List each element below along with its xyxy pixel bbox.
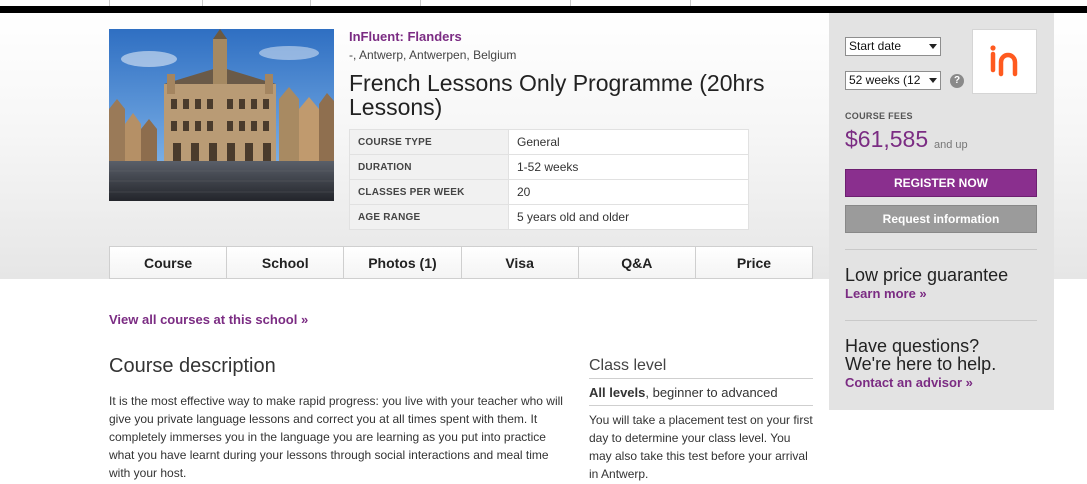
course-facts-table: COURSE TYPE General DURATION 1-52 weeks … <box>349 129 749 230</box>
fact-value: 20 <box>508 179 749 205</box>
influent-logo-icon <box>990 45 1018 77</box>
course-description-heading: Course description <box>109 355 276 377</box>
nav-divider <box>420 0 421 6</box>
course-fees-label: COURSE FEES <box>845 111 913 121</box>
chevron-down-icon <box>929 44 937 49</box>
start-date-select-value: Start date <box>849 39 902 53</box>
nav-divider <box>690 0 691 6</box>
question-circle-icon[interactable]: ? <box>950 74 964 88</box>
contact-advisor-link[interactable]: Contact an advisor » <box>845 375 973 390</box>
questions-line-2: We're here to help. <box>845 354 997 374</box>
table-row: COURSE TYPE General <box>349 129 749 155</box>
weeks-select[interactable]: 52 weeks (12 <box>845 71 941 90</box>
divider <box>589 405 813 406</box>
tab-price[interactable]: Price <box>695 247 813 278</box>
tab-qa[interactable]: Q&A <box>578 247 696 278</box>
class-level-summary-rest: , beginner to advanced <box>645 385 778 400</box>
low-price-guarantee-heading: Low price guarantee <box>845 265 1009 285</box>
fact-value: 5 years old and older <box>508 204 749 230</box>
request-information-button[interactable]: Request information <box>845 205 1037 233</box>
nav-divider <box>202 0 203 6</box>
start-date-select[interactable]: Start date <box>845 37 941 56</box>
table-row: CLASSES PER WEEK 20 <box>349 179 749 205</box>
table-row: DURATION 1-52 weeks <box>349 154 749 180</box>
learn-more-link[interactable]: Learn more » <box>845 286 927 301</box>
divider <box>845 320 1037 321</box>
divider <box>845 249 1037 250</box>
school-location: -, Antwerp, Antwerpen, Belgium <box>349 48 517 62</box>
divider <box>589 378 813 379</box>
fact-value: General <box>508 129 749 155</box>
chevron-down-icon <box>929 78 937 83</box>
tab-course[interactable]: Course <box>110 247 228 278</box>
fact-key: COURSE TYPE <box>349 129 509 155</box>
fact-key: CLASSES PER WEEK <box>349 179 509 205</box>
course-description-text: It is the most effective way to make rap… <box>109 394 563 480</box>
questions-line-1: Have questions? <box>845 336 980 356</box>
course-fees-suffix: and up <box>934 139 968 151</box>
course-title: French Lessons Only Programme (20hrs Les… <box>349 70 765 120</box>
table-row: AGE RANGE 5 years old and older <box>349 204 749 230</box>
top-nav-border <box>0 6 1087 13</box>
class-level-summary-bold: All levels <box>589 385 646 400</box>
class-level-text: You will take a placement test on your f… <box>589 413 813 481</box>
fact-value: 1-52 weeks <box>508 154 749 180</box>
weeks-select-value: 52 weeks (12 <box>849 73 921 87</box>
class-level-summary: All levels, beginner to advanced <box>589 385 778 400</box>
school-name-link[interactable]: InFluent: Flanders <box>349 29 462 44</box>
nav-divider <box>310 0 311 6</box>
tab-visa[interactable]: Visa <box>461 247 579 278</box>
view-all-courses-link[interactable]: View all courses at this school » <box>109 312 308 327</box>
nav-divider <box>570 0 571 6</box>
top-nav-remnant <box>0 0 1087 14</box>
nav-divider <box>109 0 110 6</box>
questions-heading: Have questions? We're here to help. <box>845 337 1035 373</box>
fact-key: AGE RANGE <box>349 204 509 230</box>
section-tabs: Course School Photos (1) Visa Q&A Price <box>109 246 813 279</box>
school-logo <box>972 29 1037 94</box>
register-now-button[interactable]: REGISTER NOW <box>845 169 1037 197</box>
course-fees-amount: $61,585 <box>845 126 929 152</box>
class-level-heading: Class level <box>589 357 667 374</box>
fact-key: DURATION <box>349 154 509 180</box>
school-photo[interactable] <box>109 29 334 201</box>
tab-school[interactable]: School <box>227 247 345 278</box>
tab-photos[interactable]: Photos (1) <box>344 247 462 278</box>
